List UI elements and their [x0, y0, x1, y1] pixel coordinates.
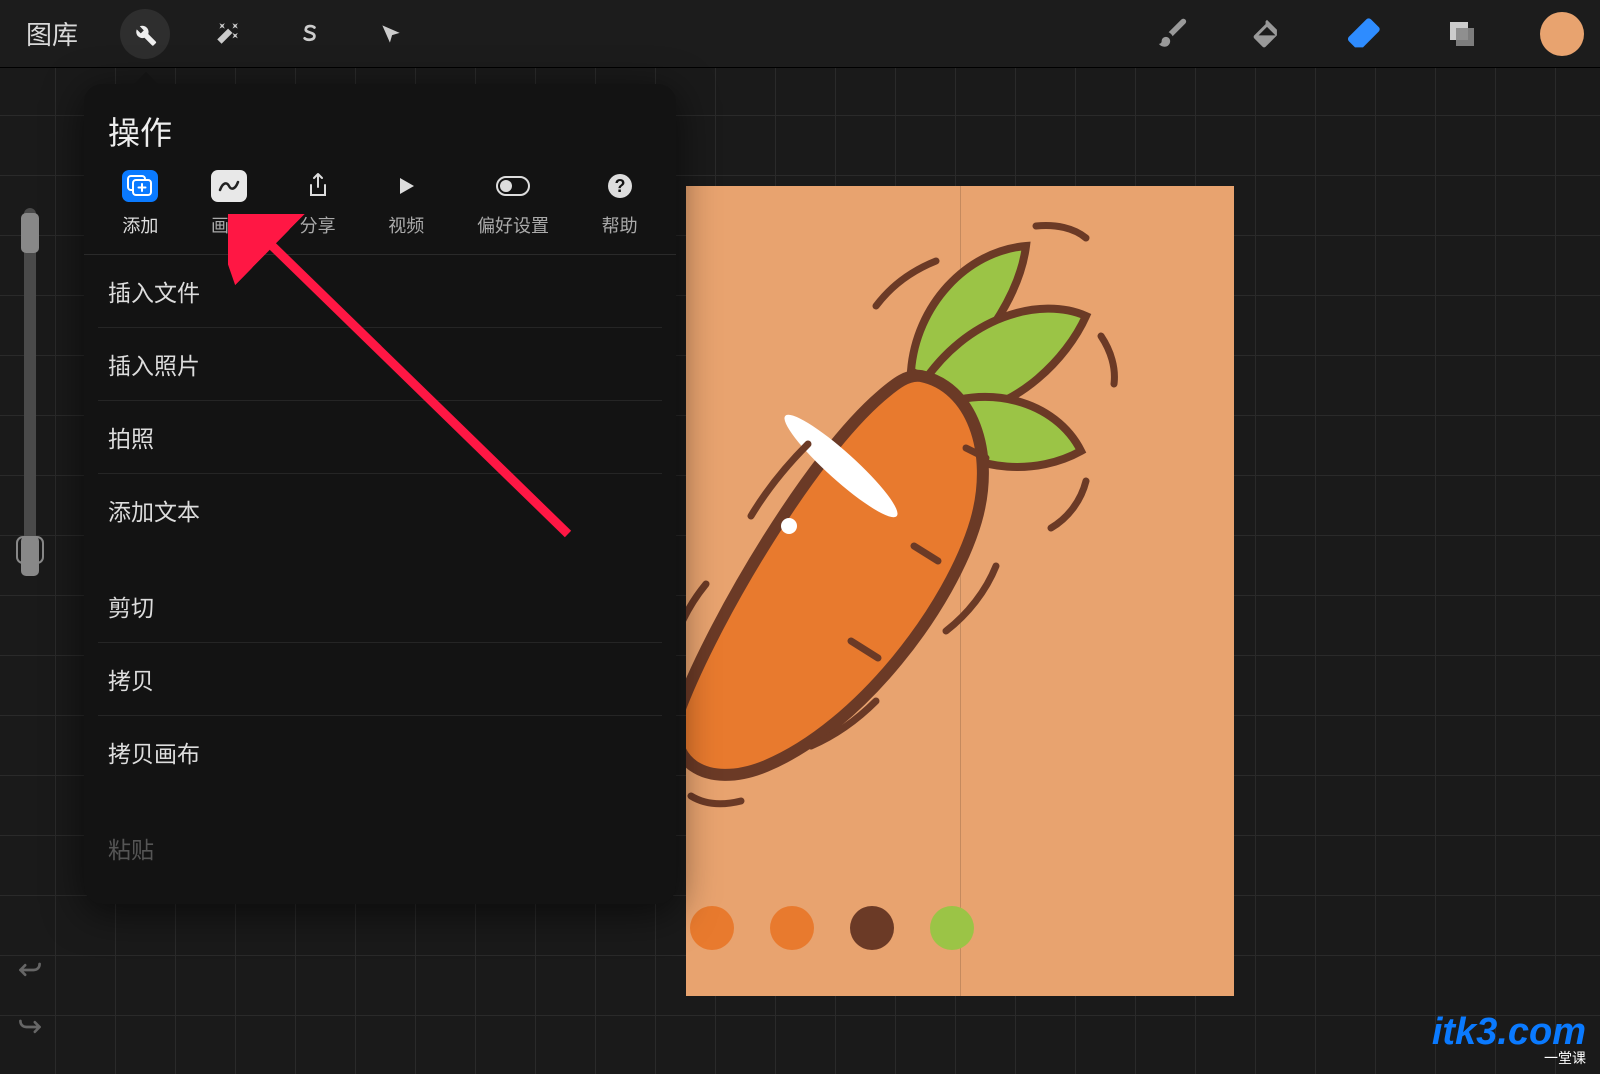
wrench-icon [132, 21, 158, 47]
menu-cut[interactable]: 剪切 [98, 570, 662, 643]
tab-label: 视频 [388, 212, 424, 238]
play-icon [388, 170, 424, 202]
undo-redo-group [0, 958, 60, 1044]
tab-label: 画布 [211, 212, 247, 238]
s-shape-icon [296, 21, 322, 47]
selection-tool[interactable] [284, 9, 334, 59]
layers-icon [1444, 16, 1480, 52]
undo-button[interactable] [15, 958, 45, 987]
tab-label: 分享 [300, 212, 336, 238]
undo-icon [15, 958, 45, 982]
tab-prefs[interactable]: 偏好设置 [471, 170, 555, 238]
palette-swatch-1[interactable] [690, 906, 734, 950]
svg-text:?: ? [614, 176, 625, 196]
popup-menu: 插入文件 插入照片 拍照 添加文本 剪切 拷贝 拷贝画布 粘贴 [84, 255, 676, 884]
share-icon [300, 170, 336, 202]
color-picker[interactable] [1540, 12, 1584, 56]
palette-swatch-2[interactable] [770, 906, 814, 950]
menu-copy-canvas[interactable]: 拷贝画布 [98, 716, 662, 788]
redo-button[interactable] [15, 1015, 45, 1044]
watermark-text: itk3.com [1432, 1011, 1586, 1053]
layers-tool[interactable] [1444, 16, 1480, 52]
actions-tool[interactable] [120, 9, 170, 59]
canvas-icon [211, 170, 247, 202]
gallery-button[interactable]: 图库 [16, 15, 88, 52]
eraser-tool[interactable] [1344, 14, 1384, 54]
wand-icon [214, 21, 240, 47]
cursor-arrow-icon [378, 21, 404, 47]
popup-title: 操作 [84, 84, 676, 170]
tab-label: 帮助 [602, 212, 638, 238]
actions-popup: 操作 添加 画布 分享 视频 [84, 84, 676, 904]
tab-add[interactable]: 添加 [116, 170, 164, 238]
toggle-icon [495, 170, 531, 202]
smudge-tool[interactable] [1250, 17, 1284, 51]
add-icon [122, 170, 158, 202]
brush-icon [1156, 17, 1190, 51]
adjustments-tool[interactable] [202, 9, 252, 59]
palette-swatch-3[interactable] [850, 906, 894, 950]
smudge-icon [1250, 17, 1284, 51]
top-toolbar: 图库 [0, 0, 1600, 68]
toolbar-right-group [1156, 12, 1584, 56]
tab-help[interactable]: ? 帮助 [596, 170, 644, 238]
canvas[interactable] [686, 186, 1234, 996]
menu-separator [98, 546, 662, 570]
tab-video[interactable]: 视频 [382, 170, 430, 238]
left-sidebar [0, 68, 60, 1074]
tab-share[interactable]: 分享 [294, 170, 342, 238]
tab-label: 添加 [122, 212, 158, 238]
toolbar-left-group: 图库 [16, 9, 416, 59]
brush-tool[interactable] [1156, 17, 1190, 51]
modifier-button[interactable] [16, 536, 44, 564]
redo-icon [15, 1015, 45, 1039]
watermark: itk3.com 一堂课 [1432, 1011, 1586, 1068]
palette-swatch-4[interactable] [930, 906, 974, 950]
eraser-icon [1344, 14, 1384, 54]
carrot-illustration [686, 186, 1234, 996]
help-icon: ? [602, 170, 638, 202]
menu-take-photo[interactable]: 拍照 [98, 401, 662, 474]
brush-size-handle[interactable] [21, 213, 39, 253]
menu-paste: 粘贴 [98, 812, 662, 884]
transform-tool[interactable] [366, 9, 416, 59]
brush-slider-track[interactable] [24, 208, 36, 548]
menu-insert-file[interactable]: 插入文件 [98, 255, 662, 328]
menu-separator [98, 788, 662, 812]
tab-label: 偏好设置 [477, 212, 549, 238]
menu-add-text[interactable]: 添加文本 [98, 474, 662, 546]
tab-canvas[interactable]: 画布 [205, 170, 253, 238]
menu-insert-photo[interactable]: 插入照片 [98, 328, 662, 401]
menu-copy[interactable]: 拷贝 [98, 643, 662, 716]
popup-tabs: 添加 画布 分享 视频 偏好设置 ? [84, 170, 676, 255]
